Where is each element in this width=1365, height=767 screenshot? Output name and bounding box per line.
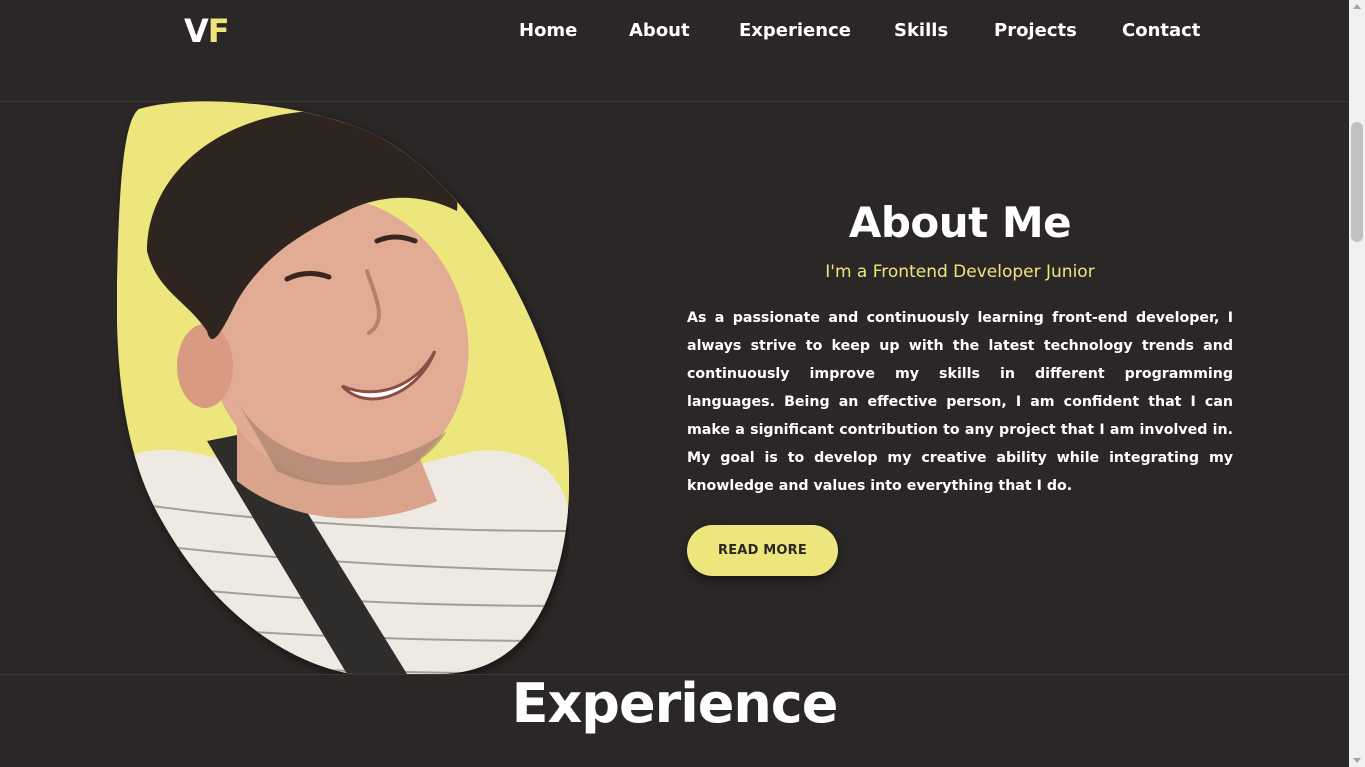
- portfolio-page: VF Home About Experience Skills Projects…: [0, 0, 1349, 767]
- nav-link-about[interactable]: About: [629, 20, 690, 41]
- site-header: VF Home About Experience Skills Projects…: [0, 0, 1349, 102]
- logo-letter-v: V: [184, 12, 209, 50]
- read-more-button[interactable]: READ MORE: [687, 525, 838, 576]
- profile-photo: [117, 101, 569, 674]
- about-subtitle: I'm a Frontend Developer Junior: [825, 262, 1095, 282]
- nav-link-experience[interactable]: Experience: [739, 20, 851, 41]
- nav-link-contact[interactable]: Contact: [1122, 20, 1200, 41]
- nav-link-home[interactable]: Home: [519, 20, 577, 41]
- nav-link-projects[interactable]: Projects: [994, 20, 1077, 41]
- page-scrollbar[interactable]: [1349, 0, 1365, 767]
- nav-link-skills[interactable]: Skills: [894, 20, 948, 41]
- profile-photo-illustration: [117, 101, 569, 674]
- site-logo[interactable]: VF: [184, 12, 230, 50]
- scroll-down-arrow-icon[interactable]: [1353, 758, 1361, 763]
- about-description: As a passionate and continuously learnin…: [687, 310, 1233, 494]
- experience-title: Experience: [511, 672, 839, 735]
- scroll-up-arrow-icon[interactable]: [1353, 4, 1361, 9]
- about-title: About Me: [848, 198, 1072, 247]
- logo-letter-f: F: [207, 12, 230, 50]
- scrollbar-thumb[interactable]: [1351, 122, 1363, 242]
